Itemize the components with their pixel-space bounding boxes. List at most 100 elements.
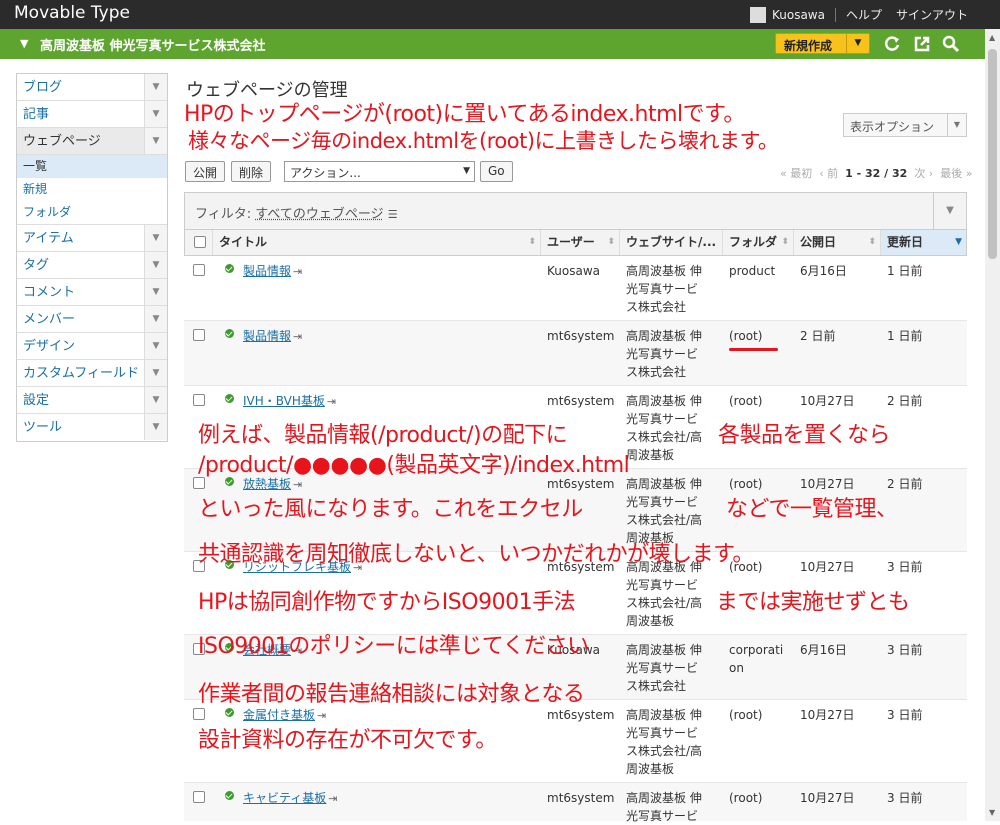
row-checkbox[interactable] — [193, 329, 205, 341]
chevron-down-icon[interactable]: ▼ — [144, 128, 167, 154]
row-title-link[interactable]: キャビティ基板 — [243, 791, 326, 805]
annotation-line-3a: 例えば、製品情報(/product/)の配下に — [198, 417, 567, 449]
col-published[interactable]: 公開日 ⬍ — [794, 230, 881, 255]
row-checkbox[interactable] — [193, 791, 205, 803]
row-checkbox[interactable] — [193, 264, 205, 276]
row-site: 高周波基板 伸光写真サービ ス株式会社/高 周波基板 — [626, 558, 718, 630]
help-link[interactable]: ヘルプ — [846, 6, 882, 23]
published-status-icon — [225, 329, 234, 338]
row-updated: 3 日前 — [887, 558, 922, 576]
row-title-link[interactable]: IVH・BVH基板 — [243, 394, 325, 408]
chevron-down-icon[interactable]: ▼ — [144, 74, 167, 100]
row-site: 高周波基板 伸光写真サービ ス株式会社/高 周波基板 — [626, 392, 718, 464]
pager-last[interactable]: 最後 » — [940, 167, 972, 180]
chevron-down-icon[interactable]: ▼ — [144, 387, 167, 413]
chevron-down-icon[interactable]: ▼ — [144, 101, 167, 127]
pager-first[interactable]: « 最初 — [780, 167, 812, 180]
chevron-down-icon[interactable]: ▼ — [144, 333, 167, 359]
chevron-down-icon[interactable]: ▼ — [144, 306, 167, 332]
publish-button[interactable]: 公開 — [185, 161, 225, 182]
row-published: 6月16日 — [800, 262, 847, 280]
sidebar-item-label: ツール — [23, 420, 62, 435]
filter-value[interactable]: すべてのウェブページ — [255, 207, 383, 222]
vertical-scrollbar[interactable]: ▲ ▼ — [985, 29, 1000, 821]
sidebar-sub-list[interactable]: 一覧 — [17, 155, 167, 178]
row-updated: 3 日前 — [887, 706, 922, 724]
col-title[interactable]: タイトル ⬍ — [213, 230, 541, 255]
search-icon[interactable] — [941, 34, 961, 54]
sidebar-item-comments[interactable]: コメント ▼ — [17, 279, 167, 306]
view-page-icon[interactable]: ⇥ — [327, 395, 336, 408]
sidebar-item-members[interactable]: メンバー ▼ — [17, 306, 167, 333]
chevron-down-icon[interactable]: ▼ — [144, 252, 167, 278]
table-row[interactable]: 製品情報 ⇥ mt6system 高周波基板 伸光写真サービ ス株式会社 (root… — [184, 321, 967, 386]
row-site: 高周波基板 伸光写真サービ ス株式会社/高 周波基板 — [626, 706, 718, 778]
sidebar-item-blog[interactable]: ブログ ▼ — [17, 74, 167, 101]
chevron-down-icon[interactable]: ▼ — [144, 279, 167, 305]
annotation-line-6: 共通認識を周知徹底しないと、いつかだれかが壊します。 — [198, 536, 754, 568]
chevron-down-icon: ▼ — [947, 114, 966, 136]
row-title-link[interactable]: 放熱基板 — [243, 477, 291, 491]
sidebar-item-tools[interactable]: ツール ▼ — [17, 414, 167, 441]
go-button[interactable]: Go — [480, 161, 513, 182]
sidebar-item-tags[interactable]: タグ ▼ — [17, 252, 167, 279]
col-user[interactable]: ユーザー ⬍ — [541, 230, 620, 255]
col-folder[interactable]: フォルダ ⬍ — [723, 230, 794, 255]
sidebar-item-webpages[interactable]: ウェブページ ▼ — [17, 128, 167, 155]
refresh-icon[interactable] — [882, 34, 902, 54]
row-checkbox[interactable] — [193, 394, 205, 406]
sort-desc-icon: ▼ — [955, 230, 962, 255]
chevron-down-icon[interactable]: ▼ — [144, 414, 167, 440]
annotation-line-3b: 各製品を置くなら — [718, 417, 890, 449]
table-row[interactable]: 製品情報 ⇥ Kuosawa 高周波基板 伸光写真サービ ス株式会社 product… — [184, 256, 967, 321]
app-logo[interactable]: Movable Type — [14, 3, 130, 23]
annotation-line-2: 様々なページ毎のindex.htmlを(root)に上書きしたら壊れます。 — [188, 125, 778, 155]
sidebar-item-assets[interactable]: アイテム ▼ — [17, 225, 167, 252]
row-checkbox[interactable] — [193, 708, 205, 720]
sidebar-sub-new[interactable]: 新規 — [17, 178, 167, 201]
row-title-link[interactable]: 製品情報 — [243, 329, 291, 343]
list-icon[interactable]: ☰ — [388, 208, 398, 221]
action-select[interactable]: アクション... ▼ — [284, 161, 475, 182]
external-view-icon[interactable] — [912, 34, 932, 54]
col-website[interactable]: ウェブサイト/... — [620, 230, 723, 255]
view-page-icon[interactable]: ⇥ — [293, 478, 302, 491]
site-switcher-icon[interactable]: ▼ — [20, 37, 28, 50]
scroll-up-icon[interactable]: ▲ — [989, 33, 995, 42]
signout-link[interactable]: サインアウト — [896, 6, 968, 23]
delete-button[interactable]: 削除 — [231, 161, 271, 182]
sidebar-item-settings[interactable]: 設定 ▼ — [17, 387, 167, 414]
chevron-down-icon[interactable]: ▼ — [846, 34, 869, 53]
sidebar-item-custom-fields[interactable]: カスタムフィールド ▼ — [17, 360, 167, 387]
pager-prev[interactable]: ‹ 前 — [819, 167, 838, 180]
select-all-checkbox[interactable] — [194, 236, 206, 248]
row-published: 10月27日 — [800, 558, 855, 576]
scroll-thumb[interactable] — [988, 49, 997, 259]
view-page-icon[interactable]: ⇥ — [317, 709, 326, 722]
col-updated[interactable]: 更新日 ▼ — [881, 230, 966, 255]
site-name[interactable]: 高周波基板 伸光写真サービス株式会社 — [40, 35, 266, 54]
sidebar-sub-folders[interactable]: フォルダ — [17, 201, 167, 224]
row-title-link[interactable]: 金属付き基板 — [243, 708, 315, 722]
user-name-link[interactable]: Kuosawa — [772, 8, 825, 22]
sidebar-item-label: デザイン — [23, 339, 75, 354]
chevron-down-icon[interactable]: ▼ — [933, 193, 966, 229]
table-row[interactable]: キャビティ基板 ⇥ mt6system 高周波基板 伸光写真サービ (root) … — [184, 783, 967, 821]
sidebar-item-entries[interactable]: 記事 ▼ — [17, 101, 167, 128]
view-page-icon[interactable]: ⇥ — [293, 265, 302, 278]
new-create-button[interactable]: 新規作成 ▼ — [775, 33, 870, 54]
chevron-down-icon[interactable]: ▼ — [144, 225, 167, 251]
scroll-down-icon[interactable]: ▼ — [989, 808, 995, 817]
view-page-icon[interactable]: ⇥ — [293, 330, 302, 343]
row-folder: product — [729, 262, 791, 280]
view-page-icon[interactable]: ⇥ — [328, 792, 337, 805]
sidebar-item-design[interactable]: デザイン ▼ — [17, 333, 167, 360]
new-create-label: 新規作成 — [784, 37, 832, 54]
chevron-down-icon[interactable]: ▼ — [144, 360, 167, 386]
row-title-link[interactable]: 製品情報 — [243, 264, 291, 278]
sort-icon: ⬍ — [868, 230, 876, 255]
sidebar-item-label: メンバー — [23, 312, 75, 327]
row-published: 2 日前 — [800, 327, 835, 345]
display-options-button[interactable]: 表示オプション ▼ — [843, 113, 967, 137]
pager-next[interactable]: 次 › — [914, 167, 933, 180]
